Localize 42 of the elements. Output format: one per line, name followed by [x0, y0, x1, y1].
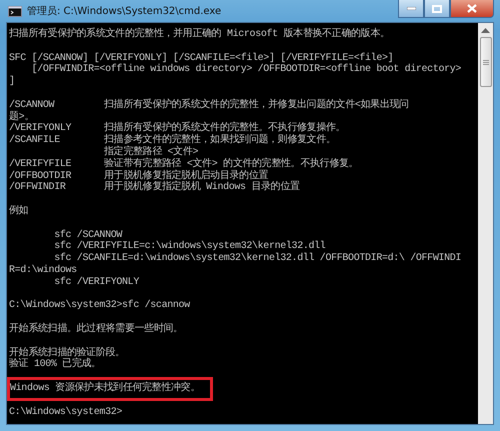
- option-description: 扫描所有受保护的系统文件的完整性，并修复出问题的文件<如果出现问: [104, 100, 409, 112]
- console-line: Windows 资源保护未找到任何完整性冲突。: [10, 382, 200, 395]
- console-line: SFC [/SCANNOW] [/VERIFYONLY] [/SCANFILE=<file>] [/VERIFYFILE=<file>]: [9, 52, 394, 64]
- console-line: sfc /SCANNOW: [53, 230, 122, 241]
- option-name: /SCANFILE: [9, 135, 60, 147]
- console-icon: [8, 6, 22, 16]
- console-line: R=d:\windows: [9, 264, 77, 276]
- option-name: /SCANNOW: [9, 100, 54, 111]
- option-description: 验证带有完整路径 <文件> 的文件的完整性。不执行修复。: [104, 158, 358, 170]
- maximize-button[interactable]: [424, 0, 450, 18]
- option-name: /VERIFYONLY: [9, 123, 72, 134]
- option-description: 用于脱机修复指定脱机 Windows 目录的位置: [104, 182, 300, 194]
- option-description: 题>。: [9, 112, 34, 123]
- console-line: 开始系统扫描。此过程将需要一些时间。: [9, 324, 183, 336]
- close-button[interactable]: [450, 0, 494, 18]
- option-description: 用于脱机修复指定脱机启动目录的位置: [104, 170, 268, 182]
- option-description: 扫描参考文件的完整性，如果找到问题，则修复文件。: [104, 135, 336, 146]
- console-line: sfc /VERIFYONLY: [53, 276, 139, 289]
- option-description: 扫描所有受保护的系统文件的完整性。不执行修复操作。: [104, 123, 346, 134]
- scrollbar[interactable]: [478, 23, 493, 424]
- option-name: /OFFBOOTDIR: [9, 170, 72, 182]
- console-line: ]: [9, 76, 15, 88]
- console-line: sfc /VERIFYFILE=c:\windows\system32\kernel32.dll: [53, 241, 326, 252]
- console-line: C:\Windows\system32>: [9, 406, 122, 418]
- console-line: 扫描所有受保护的系统文件的完整性，并用正确的 Microsoft 版本替换不正确的版本。: [9, 29, 390, 41]
- console-line: [/OFFWINDIR=<offline windows directory> /OFFBOOTDIR=<offline boot directory>: [30, 64, 462, 76]
- minimize-button[interactable]: [398, 0, 424, 18]
- close-icon: [467, 4, 477, 13]
- console-line: 验证 100% 已完成。: [9, 359, 101, 372]
- option-name: /VERIFYFILE: [9, 158, 72, 170]
- minimize-icon: [406, 7, 416, 10]
- scroll-up-icon[interactable]: [481, 27, 490, 33]
- window-title: 管理员: C:\Windows\System32\cmd.exe: [27, 5, 222, 18]
- scroll-thumb[interactable]: [480, 37, 492, 87]
- console-line: 例如: [9, 206, 28, 218]
- option-description: 指定完整路径 <文件>: [104, 146, 198, 158]
- console-line: sfc /SCANFILE=d:\windows\system32\kernel32.dll /OFFBOOTDIR=d:\ /OFFWINDI: [53, 253, 462, 264]
- maximize-icon: [432, 4, 442, 12]
- console-line: C:\Windows\system32>sfc /scannow: [9, 300, 190, 312]
- console-line: 开始系统扫描的验证阶段。: [9, 348, 125, 359]
- option-name: /OFFWINDIR: [9, 182, 66, 194]
- grip-icon: [482, 60, 488, 64]
